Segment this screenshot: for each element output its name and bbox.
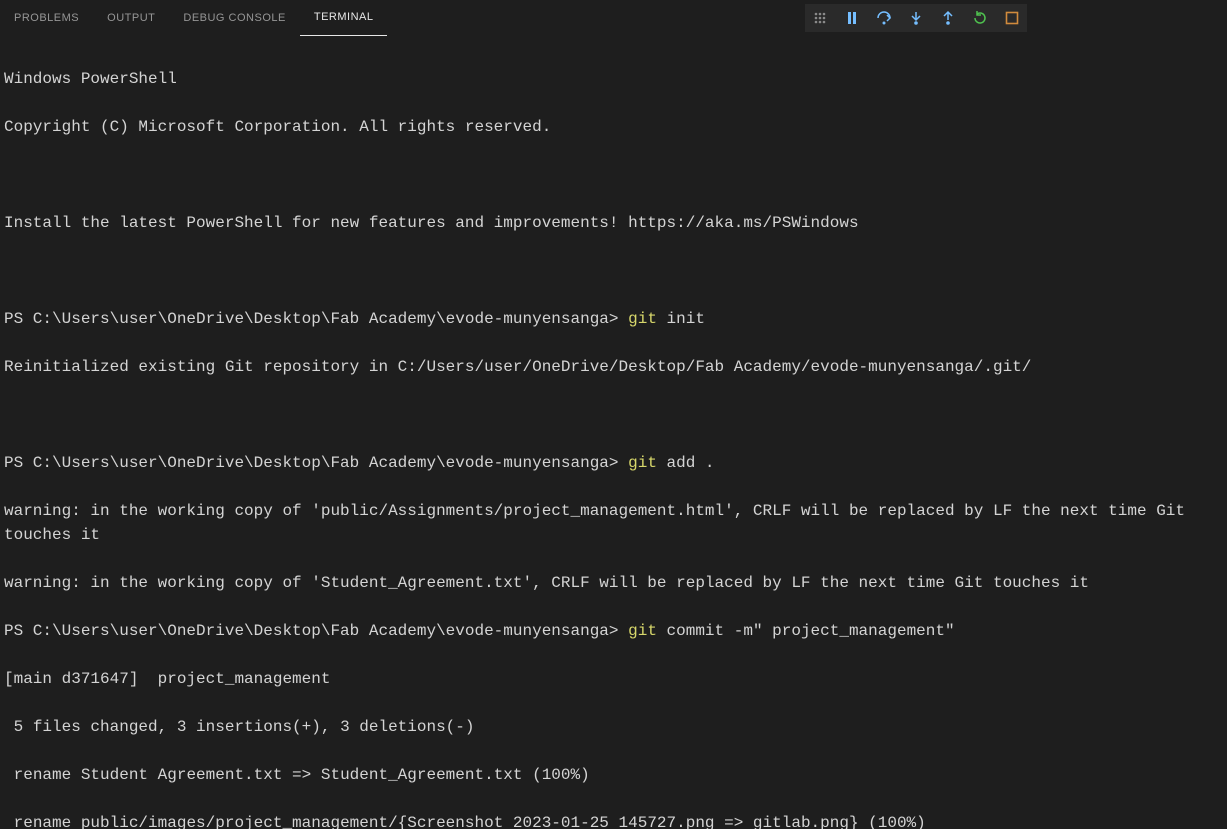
panel-tabs-row: PROBLEMS OUTPUT DEBUG CONSOLE TERMINAL <box>0 0 1227 35</box>
terminal-line: rename Student Agreement.txt => Student_… <box>4 763 1223 787</box>
panel-container: PROBLEMS OUTPUT DEBUG CONSOLE TERMINAL <box>0 0 1227 829</box>
terminal-line: Windows PowerShell <box>4 67 1223 91</box>
ps-prompt: PS C:\Users\user\OneDrive\Desktop\Fab Ac… <box>4 622 628 640</box>
terminal-line <box>4 163 1223 187</box>
terminal-line: [main d371647] project_management <box>4 667 1223 691</box>
git-keyword: git <box>628 454 657 472</box>
terminal-prompt-line: PS C:\Users\user\OneDrive\Desktop\Fab Ac… <box>4 307 1223 331</box>
terminal-prompt-line: PS C:\Users\user\OneDrive\Desktop\Fab Ac… <box>4 451 1223 475</box>
tab-debug-console[interactable]: DEBUG CONSOLE <box>169 0 299 35</box>
step-into-icon[interactable] <box>907 9 925 27</box>
terminal-line: 5 files changed, 3 insertions(+), 3 dele… <box>4 715 1223 739</box>
debug-toolbar <box>805 4 1027 32</box>
drag-handle-icon[interactable] <box>811 9 829 27</box>
cmd-args: commit -m" project_management" <box>657 622 955 640</box>
terminal-line: warning: in the working copy of 'Student… <box>4 571 1223 595</box>
step-over-icon[interactable] <box>875 9 893 27</box>
terminal-line: Reinitialized existing Git repository in… <box>4 355 1223 379</box>
cmd-args: init <box>657 310 705 328</box>
cmd-args: add . <box>657 454 715 472</box>
terminal-line <box>4 259 1223 283</box>
terminal-line <box>4 403 1223 427</box>
restart-icon[interactable] <box>971 9 989 27</box>
terminal-output[interactable]: Windows PowerShell Copyright (C) Microso… <box>0 35 1227 829</box>
ps-prompt: PS C:\Users\user\OneDrive\Desktop\Fab Ac… <box>4 310 628 328</box>
git-keyword: git <box>628 622 657 640</box>
stop-icon[interactable] <box>1003 9 1021 27</box>
ps-prompt: PS C:\Users\user\OneDrive\Desktop\Fab Ac… <box>4 454 628 472</box>
pause-icon[interactable] <box>843 9 861 27</box>
terminal-line: Copyright (C) Microsoft Corporation. All… <box>4 115 1223 139</box>
tab-problems[interactable]: PROBLEMS <box>0 0 93 35</box>
git-keyword: git <box>628 310 657 328</box>
terminal-line: Install the latest PowerShell for new fe… <box>4 211 1223 235</box>
terminal-line: warning: in the working copy of 'public/… <box>4 499 1223 547</box>
tab-terminal[interactable]: TERMINAL <box>300 0 388 36</box>
terminal-prompt-line: PS C:\Users\user\OneDrive\Desktop\Fab Ac… <box>4 619 1223 643</box>
tab-output[interactable]: OUTPUT <box>93 0 169 35</box>
terminal-line: rename public/images/project_management/… <box>4 811 1223 829</box>
step-out-icon[interactable] <box>939 9 957 27</box>
